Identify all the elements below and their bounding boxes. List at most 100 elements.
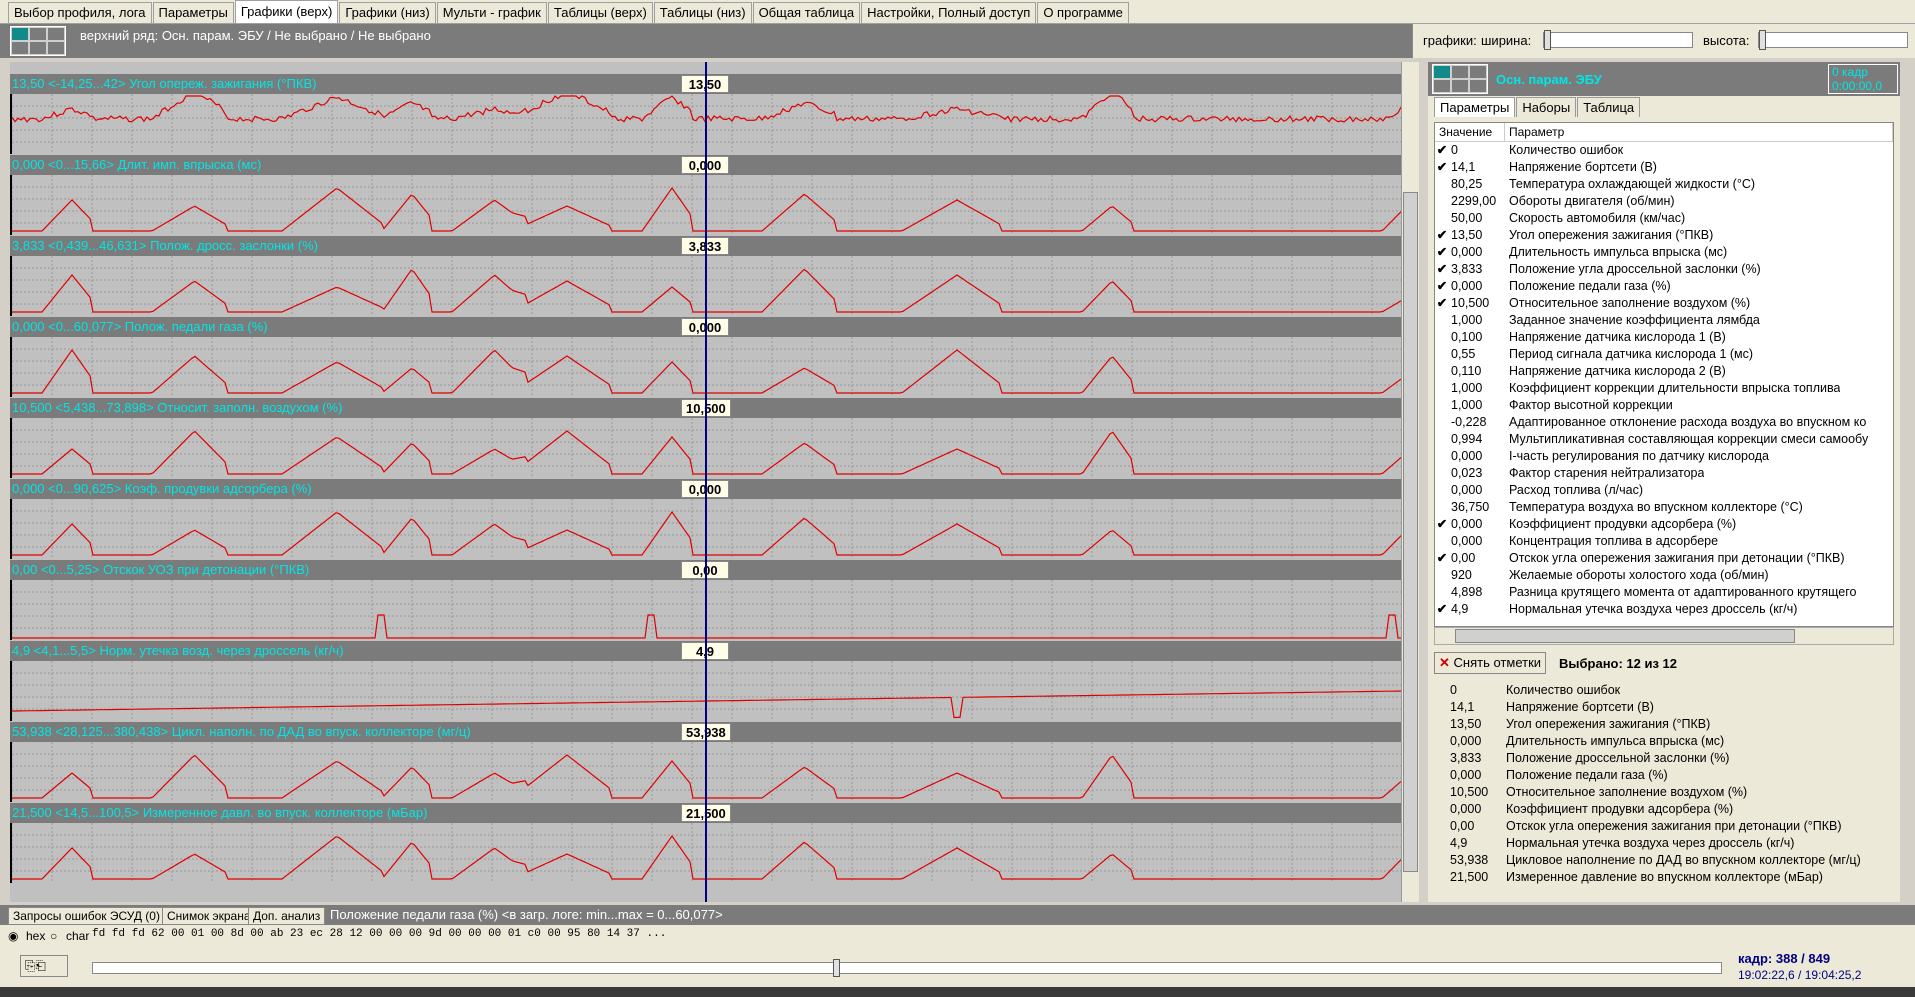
col-value[interactable]: Значение <box>1435 123 1505 141</box>
tab-6[interactable]: Таблицы (низ) <box>653 2 752 23</box>
param-row[interactable]: ✔ 0,000 Положение педали газа (%) <box>1435 278 1893 295</box>
check-icon[interactable] <box>1435 363 1449 380</box>
param-row[interactable]: -0,228 Адаптированное отклонение расхода … <box>1435 414 1893 431</box>
width-slider[interactable] <box>1543 30 1693 50</box>
check-icon[interactable] <box>1435 312 1449 329</box>
timeline-slider[interactable] <box>92 959 1722 977</box>
param-row[interactable]: ✔ 14,1 Напряжение бортсети (В) <box>1435 159 1893 176</box>
check-icon[interactable] <box>1435 431 1449 448</box>
tab-5[interactable]: Таблицы (верх) <box>547 2 653 23</box>
panel-grid-icon[interactable] <box>1432 64 1488 94</box>
tab-extra-analysis[interactable]: Доп. анализ <box>248 907 326 925</box>
check-icon[interactable] <box>1435 584 1449 601</box>
check-icon[interactable] <box>1435 346 1449 363</box>
chart-scrollbar[interactable] <box>1401 62 1419 902</box>
time-cursor[interactable] <box>705 62 707 902</box>
layout-grid-icon[interactable] <box>10 26 66 56</box>
param-row[interactable]: 1,000 Фактор высотной коррекции <box>1435 397 1893 414</box>
param-row[interactable]: 2299,00 Обороты двигателя (об/мин) <box>1435 193 1893 210</box>
chart-area[interactable]: 13,50 <-14,25...42> Угол опереж. зажиган… <box>10 62 1401 902</box>
param-row[interactable]: ✔ 4,9 Нормальная утечка воздуха через дрос… <box>1435 601 1893 618</box>
hex-radio[interactable]: ◉ <box>8 929 18 943</box>
check-icon[interactable] <box>1435 482 1449 499</box>
param-value: 0,000 <box>1451 449 1483 463</box>
tab-3[interactable]: Графики (низ) <box>339 2 436 23</box>
check-icon[interactable]: ✔ <box>1435 550 1449 567</box>
param-value: 0,000 <box>1451 534 1483 548</box>
check-icon[interactable] <box>1435 533 1449 550</box>
clear-marks-button[interactable]: ✕ Снять отметки <box>1434 652 1547 674</box>
value: 4,9 <box>1450 836 1468 850</box>
tab-screenshot[interactable]: Снимок экрана <box>162 907 256 925</box>
param-row[interactable]: 0,100 Напряжение датчика кислорода 1 (В) <box>1435 329 1893 346</box>
check-icon[interactable]: ✔ <box>1435 244 1449 261</box>
check-icon[interactable] <box>1435 567 1449 584</box>
tab-9[interactable]: О программе <box>1037 2 1129 23</box>
char-radio[interactable]: ○ <box>50 929 57 943</box>
param-row[interactable]: 0,000 Концентрация топлива в адсорбере <box>1435 533 1893 550</box>
tab-8[interactable]: Настройки, Полный доступ <box>861 2 1037 23</box>
check-icon[interactable] <box>1435 329 1449 346</box>
check-icon[interactable]: ✔ <box>1435 295 1449 312</box>
check-icon[interactable] <box>1435 448 1449 465</box>
char-label: char <box>66 929 90 943</box>
param-row[interactable]: 0,000 I-часть регулирования по датчику ки… <box>1435 448 1893 465</box>
param-row[interactable]: 1,000 Коэффициент коррекции длительности … <box>1435 380 1893 397</box>
tab-2[interactable]: Графики (верх) <box>234 0 339 23</box>
param-row[interactable]: 36,750 Температура воздуха во впускном ко… <box>1435 499 1893 516</box>
param-row[interactable]: ✔ 0,000 Длительность импульса впрыска (мс) <box>1435 244 1893 261</box>
param-name: I-часть регулирования по датчику кислоро… <box>1509 449 1769 463</box>
param-row[interactable]: ✔ 0,00 Отскок угла опережения зажигания пр… <box>1435 550 1893 567</box>
right-tab-0[interactable]: Параметры <box>1434 97 1516 117</box>
param-row[interactable]: 0,994 Мультипликативная составляющая корр… <box>1435 431 1893 448</box>
check-icon[interactable] <box>1435 176 1449 193</box>
param-row[interactable]: 920 Желаемые обороты холостого хода (об/м… <box>1435 567 1893 584</box>
check-icon[interactable]: ✔ <box>1435 516 1449 533</box>
param-row[interactable]: 0,000 Расход топлива (л/час) <box>1435 482 1893 499</box>
check-icon[interactable]: ✔ <box>1435 601 1449 618</box>
param-row[interactable]: ✔ 0 Количество ошибок <box>1435 142 1893 159</box>
tab-1[interactable]: Параметры <box>152 2 234 23</box>
values-list: 0 Количество ошибок 14,1 Напряжение бортсет… <box>1434 682 1894 900</box>
tab-0[interactable]: Выбор профиля, лога <box>8 2 152 23</box>
check-icon[interactable] <box>1435 210 1449 227</box>
timeline-thumb[interactable] <box>833 959 840 977</box>
param-value: 920 <box>1451 568 1472 582</box>
param-name: Заданное значение коэффициента лямбда <box>1509 313 1760 327</box>
value-row: 14,1 Напряжение бортсети (В) <box>1434 699 1894 716</box>
param-row[interactable]: 0,110 Напряжение датчика кислорода 2 (В) <box>1435 363 1893 380</box>
param-row[interactable]: 80,25 Температура охлаждающей жидкости (°… <box>1435 176 1893 193</box>
hex-bar: ◉ hex ○ char fd fd fd 62 00 01 00 8d 00 … <box>0 925 1915 947</box>
value-name: Положение педали газа (%) <box>1506 768 1668 782</box>
height-slider[interactable] <box>1758 30 1908 50</box>
check-icon[interactable] <box>1435 499 1449 516</box>
param-value: 0,000 <box>1451 279 1483 293</box>
param-row[interactable]: ✔ 10,500 Относительное заполнение воздухом… <box>1435 295 1893 312</box>
tab-4[interactable]: Мульти - график <box>436 2 547 23</box>
param-hscroll[interactable] <box>1434 627 1894 645</box>
param-row[interactable]: 50,00 Скорость автомобиля (км/час) <box>1435 210 1893 227</box>
check-icon[interactable] <box>1435 193 1449 210</box>
check-icon[interactable]: ✔ <box>1435 227 1449 244</box>
right-tab-1[interactable]: Наборы <box>1516 97 1577 117</box>
export-button[interactable]: ⎘⎗ <box>20 955 68 977</box>
param-row[interactable]: 0,023 Фактор старения нейтрализатора <box>1435 465 1893 482</box>
check-icon[interactable] <box>1435 414 1449 431</box>
param-row[interactable]: 4,898 Разница крутящего момента от адапти… <box>1435 584 1893 601</box>
check-icon[interactable] <box>1435 380 1449 397</box>
tab-ecu-errors[interactable]: Запросы ошибок ЭСУД (0) <box>8 907 165 925</box>
check-icon[interactable]: ✔ <box>1435 261 1449 278</box>
check-icon[interactable]: ✔ <box>1435 159 1449 176</box>
param-row[interactable]: 1,000 Заданное значение коэффициента лямб… <box>1435 312 1893 329</box>
param-row[interactable]: 0,55 Период сигнала датчика кислорода 1 (… <box>1435 346 1893 363</box>
param-row[interactable]: ✔ 3,833 Положение угла дроссельной заслонк… <box>1435 261 1893 278</box>
right-tab-2[interactable]: Таблица <box>1577 97 1641 117</box>
check-icon[interactable] <box>1435 465 1449 482</box>
col-param[interactable]: Параметр <box>1505 123 1893 141</box>
check-icon[interactable]: ✔ <box>1435 278 1449 295</box>
tab-7[interactable]: Общая таблица <box>752 2 861 23</box>
param-row[interactable]: ✔ 0,000 Коэффициент продувки адсорбера (%) <box>1435 516 1893 533</box>
param-row[interactable]: ✔ 13,50 Угол опережения зажигания (°ПКВ) <box>1435 227 1893 244</box>
check-icon[interactable] <box>1435 397 1449 414</box>
check-icon[interactable]: ✔ <box>1435 142 1449 159</box>
